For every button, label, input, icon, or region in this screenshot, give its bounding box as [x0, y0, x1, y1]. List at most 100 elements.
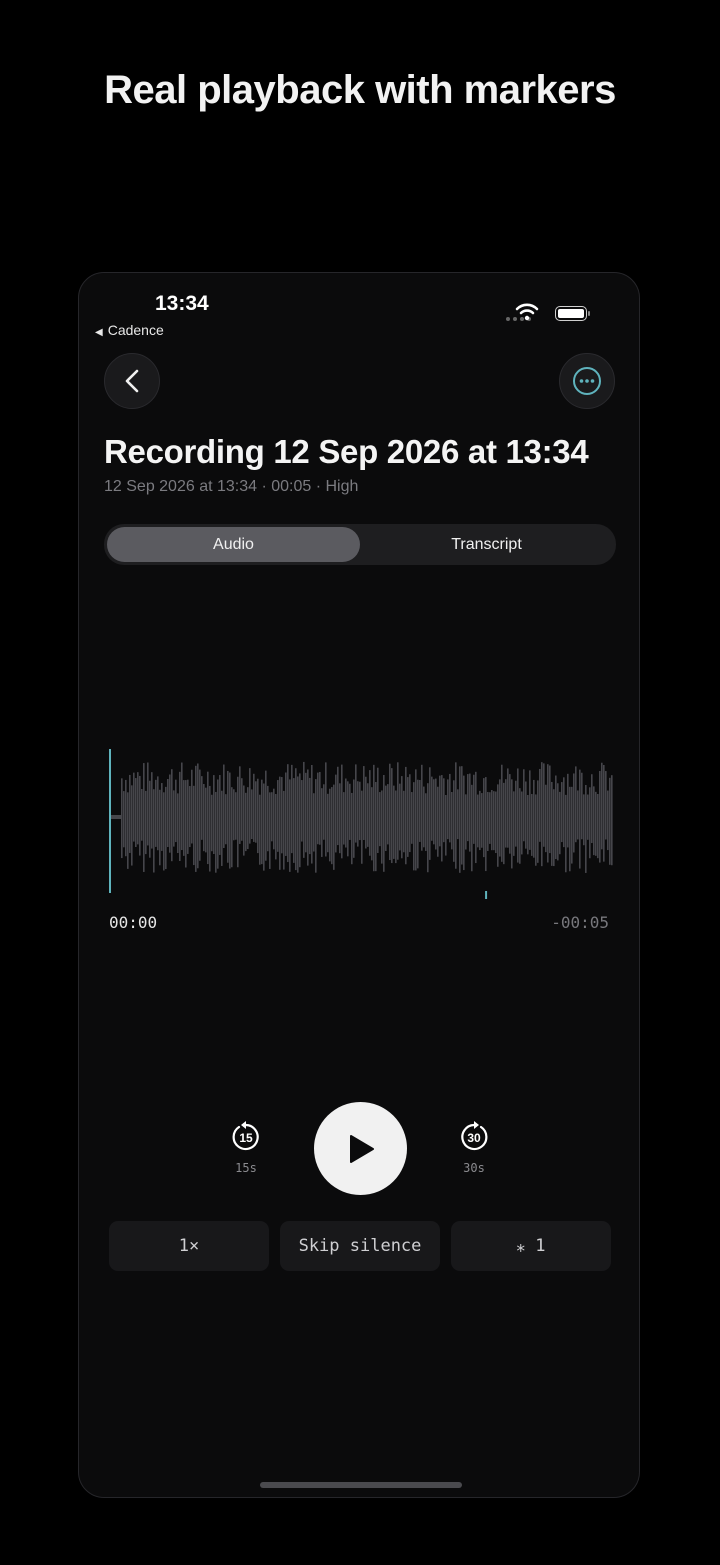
- waveform-bar: [317, 772, 319, 845]
- waveform-bar: [491, 789, 493, 851]
- waveform-scrubber[interactable]: [107, 739, 613, 899]
- waveform-bar: [285, 772, 287, 856]
- waveform-bar: [547, 764, 549, 863]
- waveform-bar: [533, 779, 535, 858]
- playhead[interactable]: [109, 749, 111, 893]
- waveform-bar: [529, 770, 531, 850]
- recording-meta: 12 Sep 2026 at 13:34 · 00:05 · High: [104, 478, 359, 495]
- back-button[interactable]: [104, 353, 160, 409]
- waveform-bar: [521, 791, 523, 855]
- waveform-bar: [391, 768, 393, 864]
- waveform-bar: [577, 790, 579, 840]
- waveform-bar: [227, 770, 229, 863]
- waveform-bar: [407, 777, 409, 857]
- waveform-bar: [215, 791, 217, 873]
- waveform-bar: [125, 779, 127, 857]
- waveform-bar: [121, 778, 123, 859]
- more-options-button[interactable]: [559, 353, 615, 409]
- waveform-bar: [149, 780, 151, 858]
- waveform-bar: [379, 792, 381, 847]
- waveform-bar: [387, 784, 389, 845]
- waveform-bar: [195, 765, 197, 872]
- waveform-bar: [331, 787, 333, 865]
- waveform-bar: [571, 786, 573, 864]
- waveform-bar: [497, 784, 499, 867]
- waveform-bar: [431, 776, 433, 841]
- play-button[interactable]: [314, 1102, 407, 1195]
- waveform-bar: [221, 790, 223, 866]
- waveform-bar: [273, 788, 275, 850]
- waveform-bar: [129, 774, 131, 853]
- waveform-bar: [131, 785, 133, 866]
- waveform-bar: [361, 790, 363, 864]
- skip-back-button[interactable]: 15 15s: [226, 1121, 266, 1175]
- status-time: 13:34: [155, 292, 209, 315]
- waveform-bar: [277, 780, 279, 852]
- waveform-bar: [409, 774, 411, 853]
- waveform-bar: [295, 768, 297, 871]
- waveform-bar: [441, 775, 443, 862]
- play-icon: [349, 1134, 374, 1163]
- home-indicator: [260, 1482, 462, 1488]
- waveform-bar: [483, 778, 485, 858]
- waveform-bar: [145, 790, 147, 855]
- waveform-bar: [511, 779, 513, 869]
- waveform-bar: [351, 792, 353, 865]
- marker-tick[interactable]: [485, 891, 488, 899]
- tab-audio[interactable]: Audio: [107, 527, 360, 562]
- waveform-bar: [467, 774, 469, 842]
- waveform-bar: [135, 778, 137, 847]
- waveform-bar: [509, 774, 511, 854]
- waveform-bar: [425, 793, 427, 851]
- waveform-bar: [499, 779, 501, 857]
- waveform-bar: [199, 769, 201, 861]
- waveform-bar: [343, 792, 345, 845]
- waveform-bar: [501, 764, 503, 862]
- waveform-bar: [339, 783, 341, 854]
- tab-transcript[interactable]: Transcript: [360, 527, 613, 562]
- waveform-bar: [589, 787, 591, 859]
- waveform-bar: [289, 779, 291, 872]
- back-to-app-link[interactable]: ◀ Cadence: [95, 322, 164, 338]
- waveform-bar: [275, 793, 277, 860]
- waveform-bar: [185, 780, 187, 868]
- skip-silence-button[interactable]: Skip silence: [280, 1221, 440, 1271]
- waveform-bar: [369, 770, 371, 856]
- waveform-bar: [191, 769, 193, 844]
- waveform-bar: [397, 762, 399, 860]
- waveform-bar: [465, 794, 467, 850]
- waveform-bar: [579, 769, 581, 869]
- waveform-bar: [433, 779, 435, 845]
- waveform-bar: [447, 779, 449, 840]
- waveform-bar: [163, 792, 165, 871]
- waveform-bar: [553, 789, 555, 867]
- waveform-bar: [567, 773, 569, 848]
- waveform-bar: [355, 764, 357, 843]
- waveform-bar: [507, 768, 509, 848]
- waveform-bar: [599, 770, 601, 863]
- waveform-bar: [365, 776, 367, 849]
- waveform-bar: [229, 772, 231, 869]
- waveform-bar: [479, 790, 481, 851]
- waveform-bar: [395, 790, 397, 864]
- waveform-bar: [561, 782, 563, 843]
- waveform-bar: [309, 777, 311, 855]
- waveform-bar: [515, 780, 517, 847]
- waveform-bar: [281, 777, 283, 854]
- skip-forward-button[interactable]: 30 30s: [454, 1121, 494, 1175]
- waveform-bar: [585, 784, 587, 873]
- waveform-bar: [255, 781, 257, 843]
- waveform-bar: [201, 776, 203, 840]
- waveform-bar: [321, 788, 323, 857]
- playback-speed-button[interactable]: 1×: [109, 1221, 269, 1271]
- waveform-bar: [219, 775, 221, 855]
- skip-forward-number: 30: [467, 1131, 481, 1145]
- waveform-bar: [575, 766, 577, 843]
- waveform-bar: [493, 791, 495, 851]
- waveform-bar: [597, 794, 599, 859]
- waveform-bar: [253, 773, 255, 842]
- waveform-bar: [609, 777, 611, 865]
- waveform-bar: [239, 766, 241, 844]
- waveform-bar: [375, 782, 377, 872]
- markers-button[interactable]: ⁎ 1: [451, 1221, 611, 1271]
